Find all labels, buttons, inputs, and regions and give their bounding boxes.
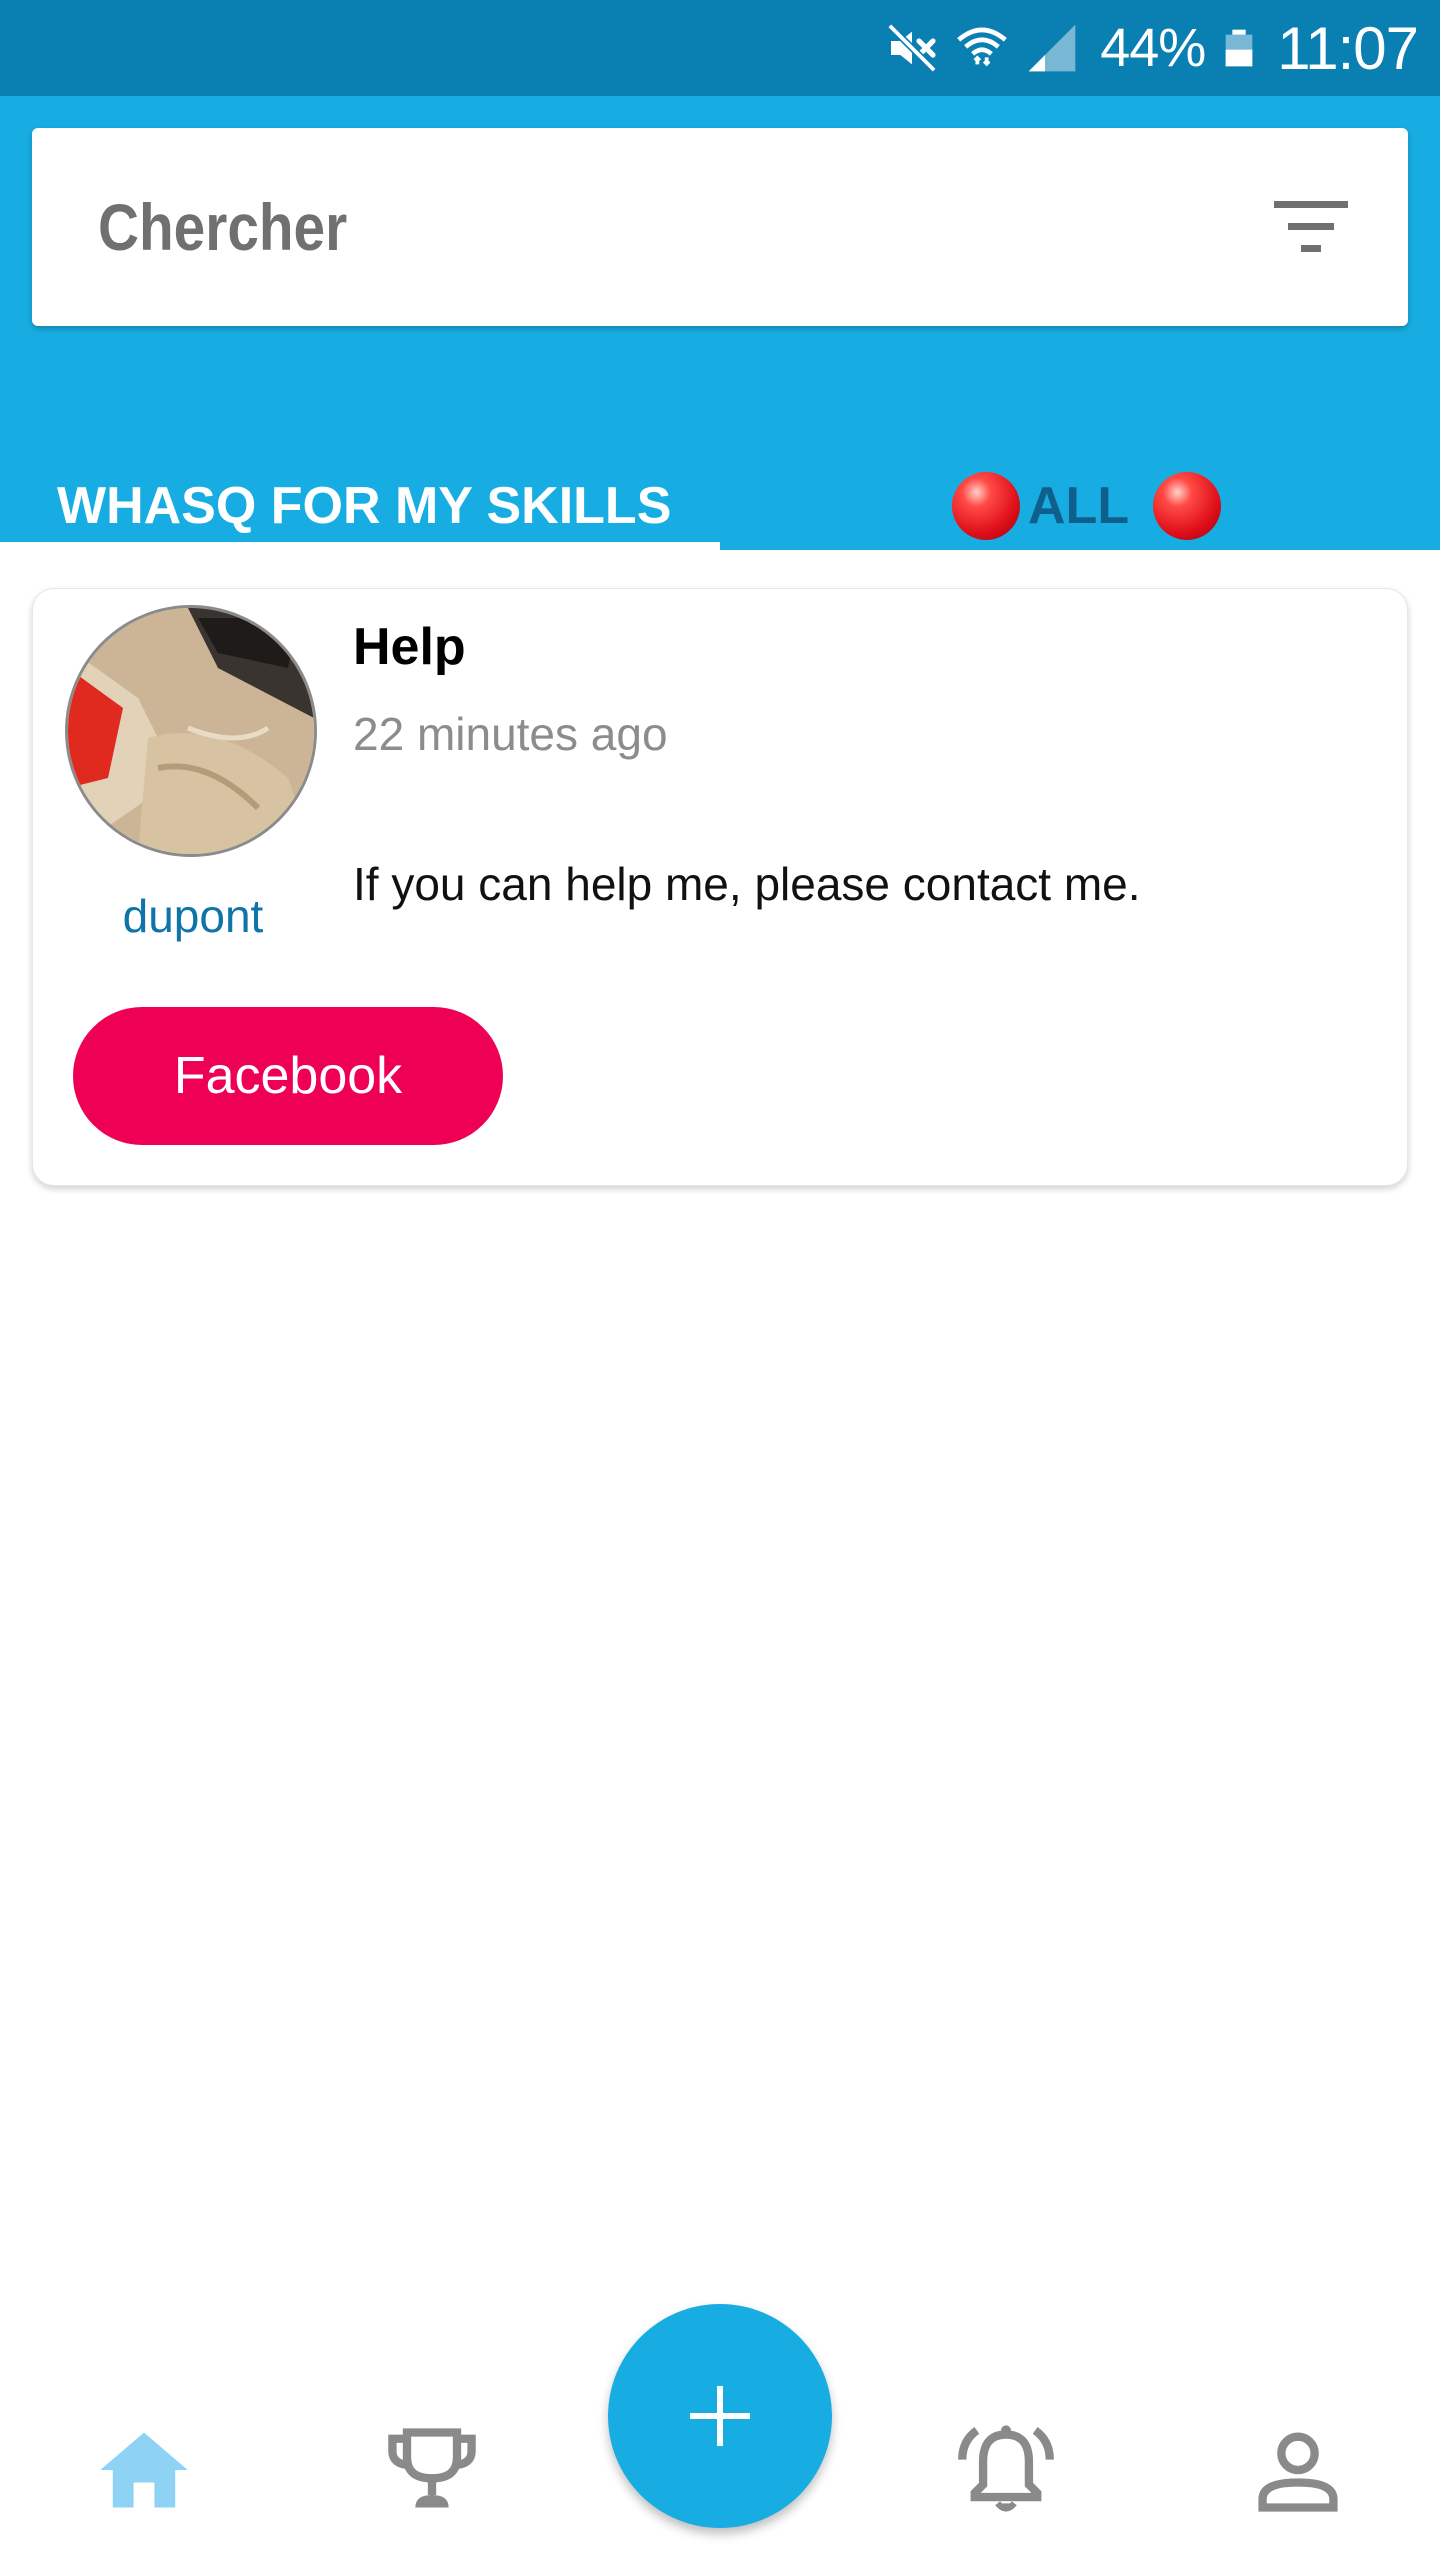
battery-icon xyxy=(1225,29,1253,67)
tab-whasq-for-my-skills[interactable]: WHASQ FOR MY SKILLS xyxy=(0,448,720,550)
filter-icon[interactable] xyxy=(1274,195,1348,259)
tab-bar: WHASQ FOR MY SKILLS ALL xyxy=(0,448,1440,550)
post-timestamp: 22 minutes ago xyxy=(353,708,668,760)
post-body: If you can help me, please contact me. xyxy=(353,858,1141,910)
clock: 11:07 xyxy=(1277,14,1419,82)
status-bar: 44% 11:07 xyxy=(0,0,1440,96)
status-icons: 44% 11:07 xyxy=(884,0,1419,96)
nav-trophy[interactable] xyxy=(382,2420,482,2520)
nav-notifications[interactable] xyxy=(956,2420,1056,2520)
avatar-photo xyxy=(68,608,314,854)
red-dot-icon xyxy=(1153,472,1222,540)
tab-label: ALL xyxy=(1028,477,1130,535)
add-post-button[interactable] xyxy=(608,2304,832,2528)
mute-icon xyxy=(886,22,939,74)
search-placeholder: Chercher xyxy=(98,190,348,264)
add-icon xyxy=(690,2386,750,2446)
app-header: Chercher WHASQ FOR MY SKILLS ALL xyxy=(0,96,1440,550)
tab-all[interactable]: ALL xyxy=(720,448,1440,550)
profile-icon xyxy=(1258,2432,1338,2512)
search-input[interactable]: Chercher xyxy=(32,128,1408,326)
author-name-link[interactable]: dupont xyxy=(65,889,321,943)
bell-icon xyxy=(958,2425,1054,2512)
wifi-icon xyxy=(957,27,1008,67)
avatar[interactable] xyxy=(65,605,317,857)
nav-home[interactable] xyxy=(94,2420,194,2520)
trophy-icon xyxy=(388,2428,476,2508)
red-dot-icon xyxy=(952,472,1020,540)
facebook-button[interactable]: Facebook xyxy=(73,1007,503,1145)
post-title: Help xyxy=(353,618,466,676)
signal-icon xyxy=(1028,24,1076,72)
tab-indicator xyxy=(0,542,720,550)
tab-all-content: ALL xyxy=(952,470,1222,542)
nav-profile[interactable] xyxy=(1248,2420,1348,2520)
home-icon xyxy=(100,2432,188,2508)
battery-percent: 44% xyxy=(1100,18,1206,78)
post-card[interactable]: dupont Help 22 minutes ago If you can he… xyxy=(32,588,1408,1186)
